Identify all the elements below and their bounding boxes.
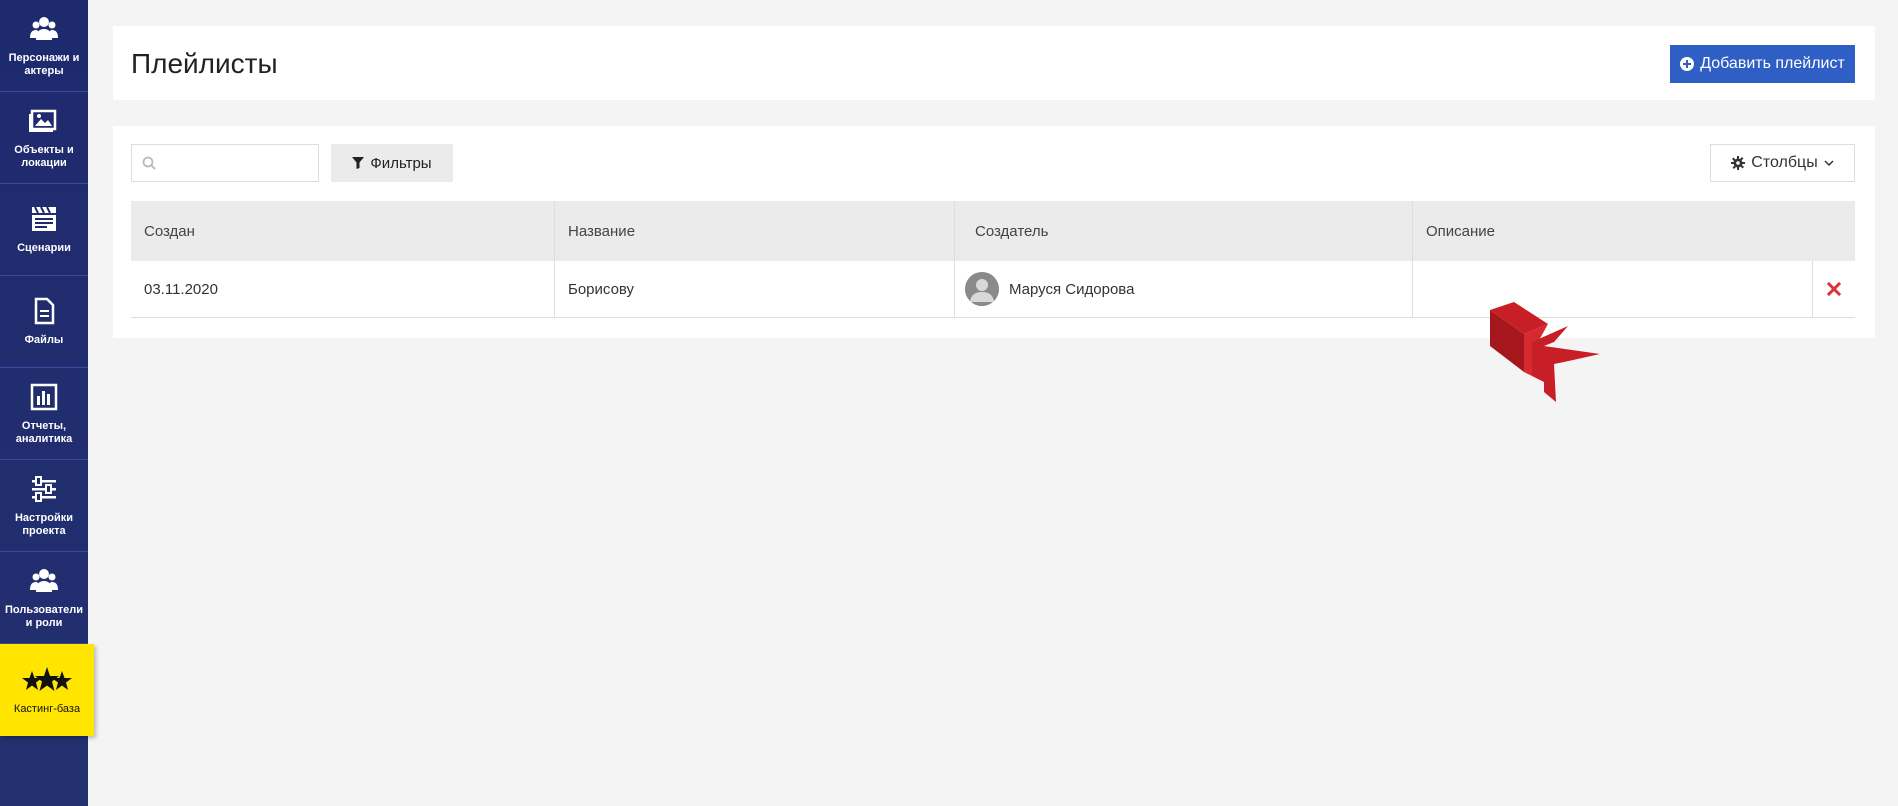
image-icon bbox=[29, 109, 57, 132]
avatar bbox=[965, 272, 999, 306]
delete-button[interactable] bbox=[1813, 261, 1855, 317]
filters-label: Фильтры bbox=[370, 154, 432, 172]
page-title: Плейлисты bbox=[131, 48, 278, 79]
sidebar: Персонажи и актеры Объекты и локации Сце… bbox=[0, 0, 94, 806]
sidebar-item-label: Персонажи и актеры bbox=[8, 51, 80, 77]
columns-button[interactable]: Столбцы bbox=[1710, 144, 1855, 182]
filters-button[interactable]: Фильтры bbox=[331, 144, 453, 182]
user-avatar-icon bbox=[965, 272, 999, 306]
clapperboard-icon bbox=[32, 206, 56, 231]
gear-icon bbox=[1731, 156, 1746, 170]
plus-circle-icon bbox=[1680, 57, 1695, 71]
sidebar-item-scripts[interactable]: Сценарии bbox=[0, 184, 88, 276]
playlists-panel: Фильтры Столбцы Создан Название Создател… bbox=[113, 126, 1875, 338]
sidebar-item-characters[interactable]: Персонажи и актеры bbox=[0, 0, 88, 92]
column-header-creator[interactable]: Создатель bbox=[955, 201, 1413, 261]
filter-icon bbox=[352, 157, 365, 169]
search-icon bbox=[142, 156, 156, 170]
page-header: Плейлисты Добавить плейлист bbox=[113, 26, 1875, 100]
stars-icon bbox=[22, 666, 72, 691]
cell-created: 03.11.2020 bbox=[131, 261, 555, 317]
close-icon bbox=[1827, 282, 1841, 296]
cell-description bbox=[1413, 261, 1813, 317]
cell-name: Борисову bbox=[555, 261, 955, 317]
chart-icon bbox=[30, 383, 58, 410]
sidebar-item-files[interactable]: Файлы bbox=[0, 276, 88, 368]
sidebar-item-users[interactable]: Пользователи и роли bbox=[0, 552, 88, 644]
sidebar-item-settings[interactable]: Настройки проекта bbox=[0, 460, 88, 552]
sliders-icon bbox=[32, 475, 56, 502]
column-header-description[interactable]: Описание bbox=[1413, 201, 1855, 261]
sidebar-item-label: Отчеты, аналитика bbox=[15, 419, 73, 445]
chevron-down-icon bbox=[1824, 160, 1834, 167]
file-icon bbox=[34, 297, 55, 325]
column-header-name[interactable]: Название bbox=[555, 201, 955, 261]
search-input[interactable] bbox=[160, 151, 310, 175]
search-box[interactable] bbox=[131, 144, 319, 182]
brand-logo-icon bbox=[1490, 302, 1600, 402]
users-icon bbox=[30, 568, 58, 592]
playlists-table: Создан Название Создатель Описание 03.11… bbox=[131, 201, 1855, 318]
column-header-created[interactable]: Создан bbox=[131, 201, 555, 261]
sidebar-item-label: Настройки проекта bbox=[14, 511, 74, 537]
sidebar-item-label: Объекты и локации bbox=[14, 143, 74, 169]
columns-label: Столбцы bbox=[1751, 154, 1818, 171]
sidebar-item-label: Сценарии bbox=[17, 242, 71, 254]
creator-name: Маруся Сидорова bbox=[1009, 280, 1135, 298]
sidebar-item-label: Файлы bbox=[24, 334, 64, 346]
sidebar-item-label: Пользователи и роли bbox=[4, 603, 83, 629]
add-playlist-label: Добавить плейлист bbox=[1700, 55, 1845, 72]
table-header: Создан Название Создатель Описание bbox=[131, 201, 1855, 261]
add-playlist-button[interactable]: Добавить плейлист bbox=[1670, 45, 1855, 83]
sidebar-item-reports[interactable]: Отчеты, аналитика bbox=[0, 368, 88, 460]
users-icon bbox=[30, 16, 58, 40]
sidebar-item-objects[interactable]: Объекты и локации bbox=[0, 92, 88, 184]
sidebar-item-label: Кастинг-база bbox=[13, 702, 81, 715]
sidebar-item-casting[interactable]: Кастинг-база bbox=[0, 644, 94, 736]
cell-creator: Маруся Сидорова bbox=[955, 261, 1413, 317]
